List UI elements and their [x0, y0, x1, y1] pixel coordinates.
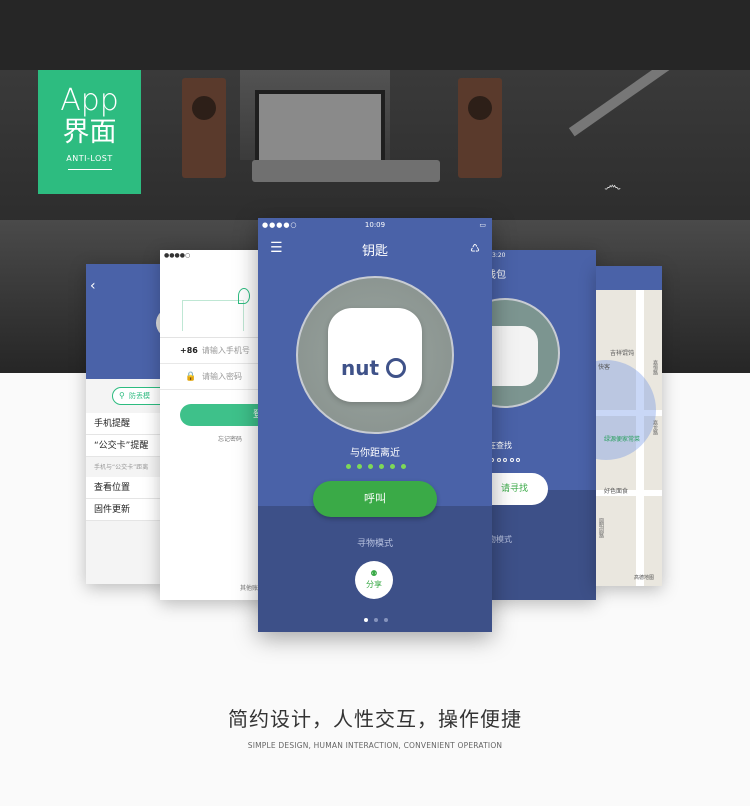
country-code[interactable]: +86	[180, 346, 198, 355]
badge-line3: ANTI-LOST	[66, 154, 113, 163]
map-place: 绿源便家常菜	[604, 436, 641, 443]
password-field[interactable]: 🔒 请输入密码	[160, 364, 270, 390]
badge-line1: App	[60, 83, 119, 118]
settings-item-firmware[interactable]: 固件更新	[86, 499, 166, 521]
monitor	[255, 90, 385, 170]
password-placeholder: 请输入密码	[202, 372, 242, 381]
call-button[interactable]: 呼叫	[313, 481, 437, 517]
location-accuracy	[596, 360, 656, 460]
main-time: 10:09	[364, 221, 386, 229]
phone-field[interactable]: +86 请输入手机号	[160, 338, 270, 364]
wallet-time: 3:20	[492, 252, 506, 259]
distance-text: 与你距离近	[350, 448, 400, 459]
phone-wallet: 3:20 钱包 在查找 请寻找 物模式	[484, 250, 596, 600]
share-button[interactable]: ⚉ 分享	[355, 561, 393, 599]
back-icon[interactable]: ‹	[90, 278, 96, 294]
phone-placeholder: 请输入手机号	[201, 346, 250, 355]
map-view[interactable]: 吉祥馄饨 快客 绿源便家常菜 好色面食 嘉恒路 嘉龙路 圆明园路 高德地图	[596, 290, 662, 586]
share-person-icon: ⚉	[370, 569, 378, 578]
desk-lamp	[568, 70, 682, 137]
settings-item-location[interactable]: 查看位置	[86, 477, 166, 499]
phone-main: ●●●●○ 10:09 ▭ ☰ 钥匙 ♺ nut 与你距离近 呼叫 寻物模式 ⚉…	[258, 218, 492, 632]
nut-device: nut	[328, 308, 422, 402]
main-title: 钥匙	[361, 244, 388, 259]
mustache-icon: ෴	[604, 175, 622, 196]
page-indicator	[364, 618, 388, 622]
badge-divider	[67, 169, 112, 170]
map-road-label: 圆明园路	[598, 518, 604, 538]
settings-item-phone-alert[interactable]: 手机提醒	[86, 413, 166, 435]
login-status-bar: ●●●●○15	[160, 250, 270, 262]
keyboard	[252, 160, 440, 182]
map-place: 吉祥馄饨	[610, 350, 635, 357]
signal-strength	[346, 464, 406, 470]
lock-icon: 🔒	[185, 372, 197, 382]
chat-icon[interactable]: ♺	[470, 242, 480, 255]
map-place: 好色面食	[604, 488, 629, 495]
promo-page: ෴ App 界面 ANTI-LOST ‹ ⚲ 防丢模 手机提醒 “公交卡”提醒 手…	[0, 0, 750, 806]
map-road-label: 嘉恒路	[652, 360, 658, 375]
settings-note: 手机与“公交卡”距离	[94, 464, 149, 471]
phone-map: 吉祥馄饨 快客 绿源便家常菜 好色面食 嘉恒路 嘉龙路 圆明园路 高德地图	[596, 266, 662, 586]
find-button[interactable]: 请寻找	[484, 473, 548, 505]
subtitle: SIMPLE DESIGN, HUMAN INTERACTION, CONVEN…	[247, 741, 503, 750]
tagline: 简约设计，人性交互，操作便捷	[228, 707, 522, 731]
signal-icon: ●●●●○	[262, 221, 298, 229]
map-place: 快客	[598, 364, 611, 371]
map-header	[596, 266, 662, 290]
signal-icon: ●●●●○	[164, 252, 191, 259]
nut-logo: nut	[341, 356, 380, 380]
battery-icon: ▭	[479, 221, 486, 229]
city-illustration	[160, 280, 270, 338]
search-mode-label: 寻物模式	[356, 539, 393, 549]
other-login-link[interactable]: 其他账	[240, 583, 258, 592]
speaker-right	[458, 78, 502, 178]
map-credit: 高德地图	[634, 575, 655, 581]
phone-settings: ‹ ⚲ 防丢模 手机提醒 “公交卡”提醒 手机与“公交卡”距离 查看位置 固件更新	[86, 264, 166, 584]
badge-line2: 界面	[62, 117, 117, 148]
mode-label: 防丢模	[129, 392, 150, 400]
top-dark-band	[0, 0, 750, 70]
walk-icon: ⚲	[119, 391, 125, 400]
logo-ring	[386, 358, 406, 378]
login-button[interactable]: 登	[180, 404, 270, 426]
settings-header: ‹	[86, 264, 166, 379]
speaker-left	[182, 78, 226, 178]
map-road-label: 嘉龙路	[652, 420, 658, 435]
share-label: 分享	[366, 580, 382, 589]
app-badge: App 界面 ANTI-LOST	[38, 70, 141, 194]
main-status-bar: ●●●●○ 10:09 ▭	[258, 218, 492, 232]
wallet-device	[484, 326, 538, 386]
phone-login: ●●●●○15 +86请输入手机号 🔒请输入密码 登 忘记密码 其他账	[160, 250, 270, 600]
wallet-progress	[490, 458, 520, 462]
settings-item-card-alert[interactable]: “公交卡”提醒	[86, 435, 166, 457]
anti-lost-mode-button[interactable]: ⚲ 防丢模	[112, 387, 166, 405]
